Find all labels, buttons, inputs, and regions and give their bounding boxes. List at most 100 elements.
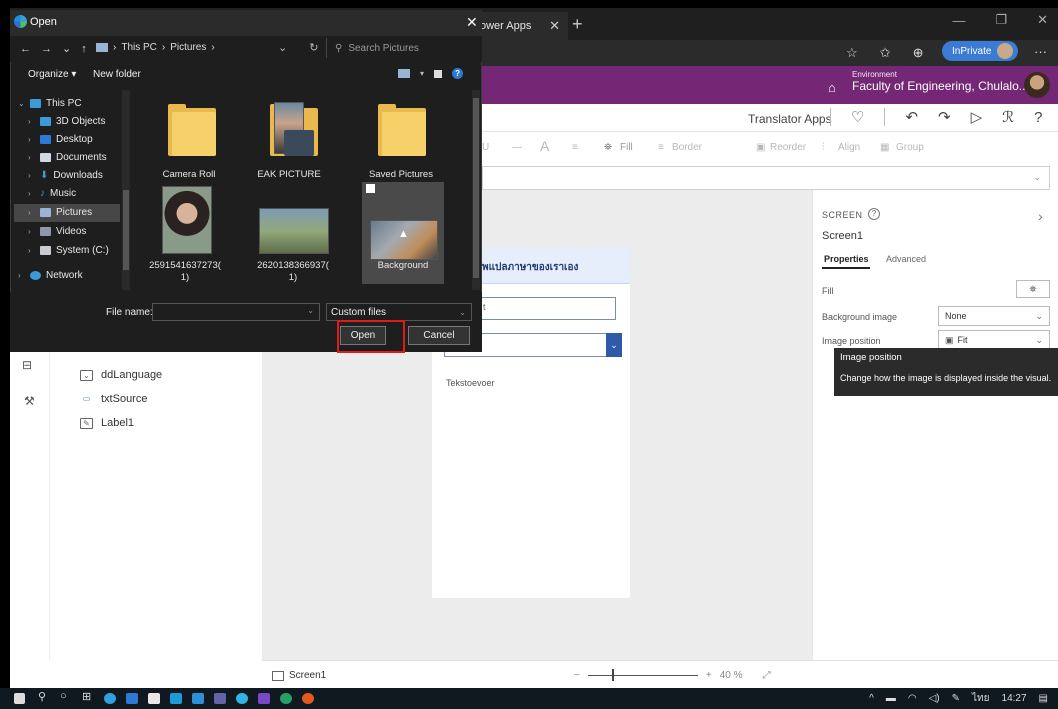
chevron-right-icon[interactable]: ›: [28, 153, 31, 162]
cancel-button[interactable]: Cancel: [408, 326, 470, 345]
mail-icon[interactable]: [126, 693, 138, 704]
play-icon[interactable]: ▷: [971, 108, 983, 126]
group-icon[interactable]: ▦: [880, 142, 889, 153]
ribbon-group[interactable]: Group: [896, 142, 924, 153]
file-label[interactable]: 2620138366937( 1): [248, 260, 338, 284]
photo-thumbnail[interactable]: [370, 220, 438, 260]
undo-icon[interactable]: ↶: [905, 108, 918, 126]
breadcrumb-item[interactable]: This PC: [121, 42, 157, 53]
inprivate-badge[interactable]: InPrivate: [942, 41, 1018, 61]
formula-bar[interactable]: ⌄: [482, 166, 1050, 190]
photo-thumbnail[interactable]: [259, 208, 329, 254]
file-label[interactable]: 2591541637273( 1): [140, 260, 230, 284]
tree-item-txtsource[interactable]: ▭ txtSource: [80, 393, 148, 405]
zoom-out-button[interactable]: −: [574, 670, 580, 681]
battery-icon[interactable]: ▬: [886, 693, 896, 704]
ribbon-text-align-icon[interactable]: ≡: [572, 142, 578, 153]
change-view-icon[interactable]: [398, 69, 410, 78]
forward-icon[interactable]: →: [41, 43, 52, 55]
chevron-down-icon[interactable]: ⌄: [278, 41, 287, 54]
environment-selector[interactable]: Environment Faculty of Engineering, Chul…: [852, 70, 1029, 93]
start-icon[interactable]: [14, 693, 25, 704]
ribbon-strike-icon[interactable]: —: [512, 142, 522, 153]
collections-icon[interactable]: ⊕: [913, 45, 924, 61]
file-label[interactable]: Saved Pictures: [356, 169, 446, 181]
nav-item-music[interactable]: › ♪ Music: [28, 188, 76, 199]
chevron-right-icon[interactable]: ›: [28, 227, 31, 236]
photo-thumbnail[interactable]: [162, 186, 212, 254]
search-icon[interactable]: ⚲: [38, 690, 46, 703]
minimize-icon[interactable]: —: [952, 13, 965, 28]
app-checker-icon[interactable]: ♡: [851, 108, 864, 126]
edge-icon[interactable]: [104, 693, 116, 704]
chevron-right-icon[interactable]: ›: [28, 246, 31, 255]
pen-icon[interactable]: ✎: [952, 693, 960, 704]
screen-tab[interactable]: Screen1: [272, 670, 326, 681]
chevron-down-icon[interactable]: ⌄: [307, 306, 314, 315]
organize-button[interactable]: Organize ▾: [28, 69, 76, 80]
tab-advanced[interactable]: Advanced: [886, 254, 926, 264]
help-icon[interactable]: ?: [1034, 109, 1042, 126]
favorite-star-icon[interactable]: ☆: [846, 45, 858, 61]
language-indicator[interactable]: ไทย: [972, 691, 989, 706]
favorites-list-icon[interactable]: ✩: [880, 45, 891, 61]
breadcrumb-item[interactable]: Pictures: [170, 42, 206, 53]
nav-item-system-c[interactable]: › System (C:): [28, 245, 109, 256]
chevron-right-icon[interactable]: ›: [28, 189, 31, 198]
up-icon[interactable]: ↑: [81, 43, 87, 55]
folder-camera-roll-icon[interactable]: [168, 100, 216, 156]
new-folder-button[interactable]: New folder: [93, 69, 141, 80]
nav-item-downloads[interactable]: › ⬇ Downloads: [28, 170, 103, 181]
zoom-slider[interactable]: [587, 669, 698, 681]
ribbon-reorder[interactable]: Reorder: [770, 142, 806, 153]
edge-dev-icon[interactable]: [280, 693, 292, 704]
back-icon[interactable]: ←: [20, 43, 31, 55]
outlook-icon[interactable]: [192, 693, 204, 704]
app-header-text[interactable]: ัพแปลภาษาของเราเอง: [482, 260, 578, 275]
restore-icon[interactable]: ❐: [995, 12, 1007, 28]
ribbon-align[interactable]: Align: [838, 142, 860, 153]
image-position-dropdown[interactable]: ▣ Fit ⌄: [938, 330, 1050, 350]
checkbox[interactable]: [366, 184, 375, 193]
more-options-icon[interactable]: ···: [1034, 44, 1047, 59]
reorder-icon[interactable]: ▣: [756, 142, 765, 153]
nav-item-pictures[interactable]: › Pictures: [28, 207, 92, 218]
ribbon-font-size-icon[interactable]: A: [540, 138, 549, 154]
nav-item-network[interactable]: › Network: [18, 270, 83, 281]
user-avatar[interactable]: [1024, 72, 1050, 98]
tree-item-label1[interactable]: ✎ Label1: [80, 417, 134, 429]
fit-to-window-icon[interactable]: ⤢: [762, 670, 770, 681]
nav-item-3d-objects[interactable]: › 3D Objects: [28, 116, 105, 127]
chevron-right-icon[interactable]: ›: [18, 271, 21, 280]
clock[interactable]: 14:27: [1002, 693, 1027, 704]
redo-icon[interactable]: ↷: [938, 108, 951, 126]
refresh-icon[interactable]: ↻: [309, 41, 318, 54]
explorer-icon[interactable]: [170, 693, 182, 704]
chevron-up-icon[interactable]: ^: [869, 693, 874, 704]
ribbon-fill[interactable]: Fill: [620, 142, 633, 153]
store-icon[interactable]: [148, 693, 160, 704]
zoom-in-button[interactable]: +: [706, 670, 712, 681]
close-tab-icon[interactable]: ✕: [549, 18, 560, 34]
notification-icon[interactable]: ▤: [1039, 693, 1048, 704]
chevron-right-icon[interactable]: ›: [28, 208, 31, 217]
recent-locations-icon[interactable]: ⌄: [62, 42, 71, 55]
tab-properties[interactable]: Properties: [824, 254, 869, 264]
nav-item-desktop[interactable]: › Desktop: [28, 134, 93, 145]
zoom-slider-thumb[interactable]: [611, 669, 614, 681]
data-sources-icon[interactable]: ⊟: [22, 358, 32, 372]
chevron-down-icon[interactable]: ⌄: [606, 333, 622, 357]
help-icon[interactable]: ?: [868, 208, 880, 220]
folder-eak-picture-icon[interactable]: [270, 100, 318, 156]
fill-color-picker[interactable]: ⛯: [1016, 280, 1050, 298]
fill-icon[interactable]: ⛯: [604, 142, 612, 153]
volume-icon[interactable]: ◁): [929, 693, 940, 704]
nav-pane-scrollbar[interactable]: [122, 90, 130, 290]
nav-item-documents[interactable]: › Documents: [28, 152, 107, 163]
output-label[interactable]: Tekstoevoer: [446, 378, 495, 388]
cortana-icon[interactable]: ○: [60, 690, 67, 702]
zoom-app-icon[interactable]: [236, 693, 248, 704]
chevron-down-icon[interactable]: ⌄: [1033, 172, 1041, 183]
folder-saved-pictures-icon[interactable]: [378, 100, 426, 156]
file-label[interactable]: Camera Roll: [144, 169, 234, 181]
